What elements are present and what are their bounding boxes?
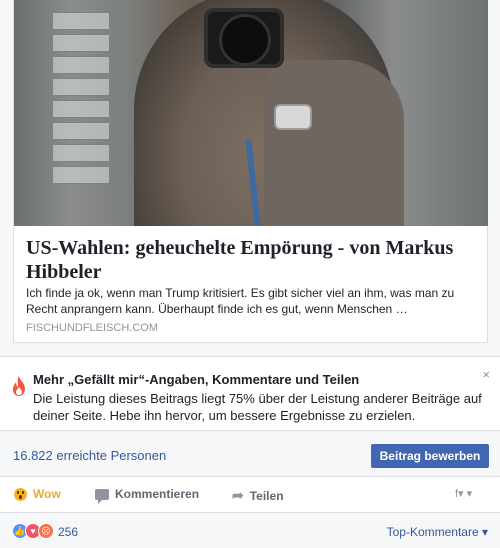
wow-icon bbox=[14, 487, 27, 501]
elevator-button-panel bbox=[52, 144, 110, 162]
share-button[interactable]: ➦ Teilen bbox=[232, 487, 284, 504]
wow-reaction-button[interactable]: Wow bbox=[14, 487, 61, 501]
elevator-button-panel bbox=[52, 166, 110, 184]
link-preview-image[interactable] bbox=[14, 0, 488, 226]
reaction-count[interactable]: 256 bbox=[58, 525, 78, 539]
close-icon[interactable]: × bbox=[482, 367, 490, 382]
top-comments-dropdown[interactable]: Top-Kommentare ▾ bbox=[387, 525, 488, 539]
elevator-button-panel bbox=[52, 122, 110, 140]
reactions-bar: 👍 ♥ ☹ 256 Top-Kommentare ▾ bbox=[0, 513, 500, 548]
elevator-button-panel bbox=[52, 34, 110, 52]
person-shirt bbox=[264, 60, 404, 226]
post-action-bar: Wow Kommentieren ➦ Teilen f▾ ▾ bbox=[0, 477, 500, 513]
comment-icon bbox=[95, 488, 109, 504]
comment-button[interactable]: Kommentieren bbox=[95, 487, 200, 504]
share-label: Teilen bbox=[249, 488, 284, 503]
boost-post-button[interactable]: Beitrag bewerben bbox=[371, 444, 489, 468]
boost-notice: Mehr „Gefällt mir“-Angaben, Kommentare u… bbox=[0, 356, 500, 431]
wristwatch bbox=[274, 104, 312, 130]
wow-label: Wow bbox=[33, 487, 61, 501]
elevator-button-panel bbox=[52, 12, 110, 30]
share-icon: ➦ bbox=[232, 487, 244, 503]
reach-count-link[interactable]: 16.822 erreichte Personen bbox=[13, 448, 166, 463]
link-preview-card[interactable]: US-Wahlen: geheuchelte Empörung - von Ma… bbox=[13, 0, 488, 343]
angry-reaction-icon[interactable]: ☹ bbox=[38, 523, 54, 539]
elevator-button-panel bbox=[52, 78, 110, 96]
link-domain: FISCHUNDFLEISCH.COM bbox=[26, 322, 159, 334]
notice-text: Die Leistung dieses Beitrags liegt 75% ü… bbox=[33, 391, 482, 423]
elevator-button-panel bbox=[52, 100, 110, 118]
comment-label: Kommentieren bbox=[115, 487, 200, 501]
elevator-button-panel bbox=[52, 56, 110, 74]
link-title[interactable]: US-Wahlen: geheuchelte Empörung - von Ma… bbox=[26, 236, 476, 284]
link-description: Ich finde ja ok, wenn man Trump kritisie… bbox=[26, 286, 455, 316]
camera-lens bbox=[219, 14, 271, 66]
reach-bar: 16.822 erreichte Personen Beitrag bewerb… bbox=[0, 431, 500, 477]
notice-title: Mehr „Gefällt mir“-Angaben, Kommentare u… bbox=[33, 372, 360, 387]
page-voice-selector[interactable]: f▾ ▾ bbox=[455, 487, 472, 500]
fire-icon bbox=[13, 376, 25, 396]
